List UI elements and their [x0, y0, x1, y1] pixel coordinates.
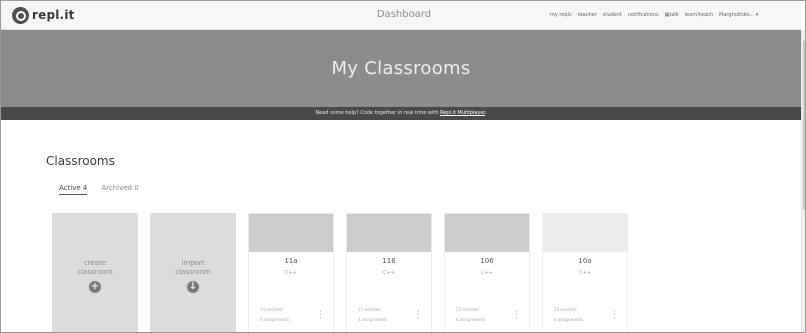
classroom-banner — [445, 214, 529, 252]
assignment-count: 6 assignments — [456, 317, 486, 322]
download-circle-icon: ↓ — [187, 281, 199, 293]
classroom-card[interactable]: 10a C++ 24 enrolled 6 assignments ⋮ — [542, 213, 628, 332]
logo-text: repl.it — [32, 8, 75, 22]
help-suffix: . — [485, 110, 487, 116]
import-label-line1: import — [181, 259, 205, 267]
import-classroom-label: import classroom — [150, 259, 236, 277]
assignment-count: 4 assignments — [260, 317, 290, 322]
nav-my-repls[interactable]: my repls — [550, 12, 572, 18]
nav-links: my repls teacher student notifications ▦… — [550, 12, 758, 18]
create-classroom-card[interactable]: create classroom + — [52, 213, 138, 332]
classroom-banner — [249, 214, 333, 252]
classroom-meta: 14 enrolled 4 assignments — [260, 305, 289, 325]
nav-learn-teach[interactable]: learn/teach — [685, 12, 713, 18]
nav-notifications[interactable]: notifications — [628, 12, 659, 18]
enrolled-count: 14 enrolled — [260, 307, 283, 312]
vertical-scrollbar[interactable] — [801, 30, 805, 332]
classroom-meta: 17 enrolled 3 assignments — [358, 305, 387, 325]
replit-logo[interactable]: repl.it — [12, 6, 75, 24]
help-text: Need some help? Code together in real ti… — [315, 110, 441, 116]
classroom-language: C++ — [285, 270, 297, 276]
page-title: Dashboard — [376, 9, 432, 20]
help-bar: Need some help? Code together in real ti… — [1, 107, 801, 120]
import-classroom-card[interactable]: import classroom ↓ — [150, 213, 236, 332]
classroom-banner — [543, 214, 627, 252]
classroom-language: C++ — [579, 270, 591, 276]
browser-viewport: repl.it Dashboard my repls teacher stude… — [0, 0, 806, 333]
classroom-meta: 25 enrolled 6 assignments — [456, 305, 485, 325]
classroom-card[interactable]: 116 C++ 17 enrolled 3 assignments ⋮ — [346, 213, 432, 332]
classroom-name: 106 — [480, 257, 494, 265]
classroom-name: 10a — [578, 257, 592, 265]
create-classroom-label: create classroom — [52, 259, 138, 277]
tab-active[interactable]: Active 4 — [59, 184, 88, 195]
more-options-icon[interactable]: ⋮ — [414, 311, 423, 320]
enrolled-count: 17 enrolled — [358, 307, 381, 312]
tab-archived[interactable]: Archived 0 — [101, 184, 138, 195]
caret-down-icon: ▾ — [755, 12, 759, 18]
classroom-card[interactable]: 11a C++ 14 enrolled 4 assignments ⋮ — [248, 213, 334, 332]
classroom-name: 11a — [284, 257, 298, 265]
plus-circle-icon: + — [89, 281, 101, 293]
nav-teacher[interactable]: teacher — [578, 12, 597, 18]
classroom-meta: 24 enrolled 6 assignments — [554, 305, 583, 325]
nav-talk[interactable]: ▦ talk — [665, 12, 679, 18]
section-title: Classrooms — [46, 154, 115, 168]
nav-student[interactable]: student — [603, 12, 622, 18]
assignment-count: 6 assignments — [554, 317, 584, 322]
enrolled-count: 24 enrolled — [554, 307, 577, 312]
assignment-count: 3 assignments — [358, 317, 388, 322]
hero-banner: My Classrooms — [1, 30, 801, 107]
nav-talk-label: talk — [669, 12, 679, 18]
create-label-line1: create — [83, 259, 107, 267]
username: Marghoitsko... — [719, 12, 755, 18]
enrolled-count: 25 enrolled — [456, 307, 479, 312]
import-label-line2: classroom — [175, 268, 211, 276]
top-navigation-bar: repl.it Dashboard my repls teacher stude… — [1, 1, 801, 30]
hero-title: My Classrooms — [331, 58, 471, 79]
classroom-name: 116 — [382, 257, 396, 265]
classroom-card[interactable]: 106 C++ 25 enrolled 6 assignments ⋮ — [444, 213, 530, 332]
multiplayer-link[interactable]: Repl.it Multiplayer — [440, 110, 485, 116]
classroom-language: C++ — [383, 270, 395, 276]
replit-logo-icon — [12, 6, 29, 24]
more-options-icon[interactable]: ⋮ — [316, 311, 325, 320]
classroom-tabs: Active 4 Archived 0 — [59, 184, 139, 195]
user-menu[interactable]: Marghoitsko... ▾ — [719, 12, 758, 18]
create-label-line2: classroom — [77, 268, 113, 276]
classroom-banner — [347, 214, 431, 252]
more-options-icon[interactable]: ⋮ — [610, 311, 619, 320]
more-options-icon[interactable]: ⋮ — [512, 311, 521, 320]
classroom-language: C++ — [481, 270, 493, 276]
